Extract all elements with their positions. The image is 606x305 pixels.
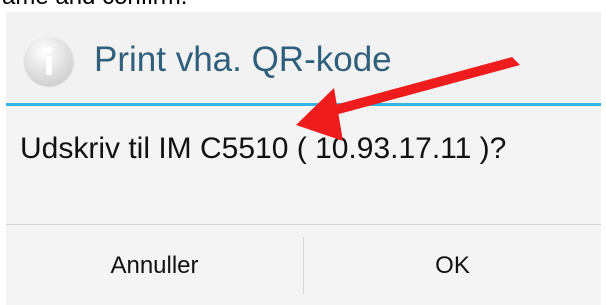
ok-button[interactable]: OK	[304, 225, 601, 305]
info-icon	[25, 37, 73, 85]
dialog-message: Udskriv til IM C5510 ( 10.93.17.11 )?	[20, 132, 507, 165]
cropped-instruction-caption: ame and confirm.	[0, 0, 606, 12]
dialog-title: Print vha. QR-kode	[94, 40, 392, 79]
cancel-button[interactable]: Annuller	[6, 225, 303, 305]
dialog-body: Udskriv til IM C5510 ( 10.93.17.11 )?	[6, 106, 601, 224]
dialog-button-bar: Annuller OK	[6, 224, 601, 305]
screenshot-canvas: ame and confirm. Print vha. QR-kode Udsk…	[0, 0, 606, 305]
dialog-header: Print vha. QR-kode	[6, 12, 601, 103]
info-glyph	[45, 46, 53, 75]
print-dialog: Print vha. QR-kode Udskriv til IM C5510 …	[6, 12, 601, 305]
